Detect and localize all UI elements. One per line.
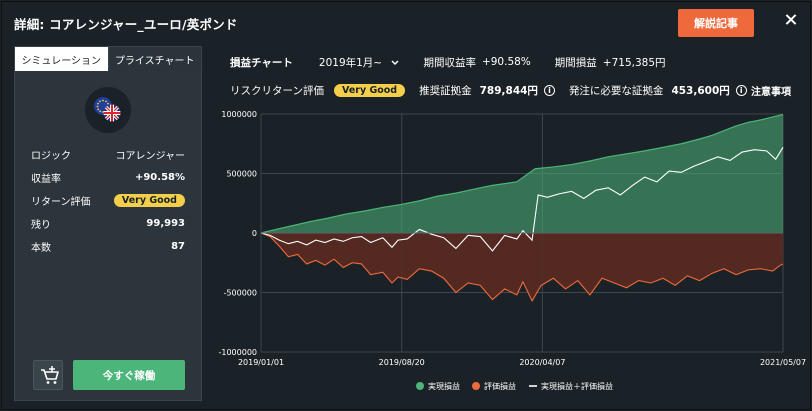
legend-swatch	[472, 382, 480, 390]
rating-badge: Very Good	[113, 193, 185, 207]
stat-count: 本数 87	[31, 238, 185, 254]
stat-label: 本数	[31, 242, 51, 254]
close-icon[interactable]	[782, 11, 800, 29]
risk-label: リスクリターン評価	[230, 84, 324, 97]
x-tick-label: 2019/08/20	[379, 358, 425, 367]
stat-value: +90.58%	[134, 171, 185, 183]
detail-dialog: 詳細: コアレンジャー_ユーロ/英ポンド 解説記事 シミュレーション プライスチ…	[1, 1, 811, 410]
x-tick-label: 2020/04/07	[519, 358, 565, 367]
required-margin-value: 453,600円	[671, 84, 730, 97]
info-icon[interactable]: i	[735, 84, 747, 96]
y-tick-label: 1000000	[221, 110, 257, 119]
x-tick-label: 2019/01/01	[238, 358, 284, 367]
required-margin-label: 発注に必要な証拠金	[568, 84, 664, 97]
risk-badge: Very Good	[333, 83, 406, 97]
legend-label: 評価損益	[484, 381, 516, 391]
add-to-cart-button[interactable]	[33, 360, 63, 390]
chart-legend: 実現損益 評価損益 実現損益＋評価損益	[416, 381, 613, 391]
series-unrealized-line	[260, 232, 784, 302]
stat-label: 収益率	[31, 173, 61, 185]
stat-value: 87	[171, 240, 185, 252]
period-pnl-value: +715,385円	[602, 56, 666, 69]
chart-toolbar: 損益チャート 2019年1月~ 期間収益率 +90.58% 期間損益 +715,…	[230, 54, 666, 70]
panel-tabs: シミュレーション プライスチャート	[15, 47, 201, 71]
stat-label: 残り	[31, 219, 51, 231]
period-select-value: 2019年1月~	[318, 56, 383, 69]
caution-link[interactable]: 注意事項	[751, 83, 791, 98]
recommended-margin-label: 推奨証拠金	[419, 84, 472, 97]
stat-return-rate: 収益率 +90.58%	[31, 169, 185, 185]
y-tick-label: 500000	[226, 170, 257, 179]
y-tick-label: -500000	[224, 289, 257, 298]
chart-type-label: 損益チャート	[230, 56, 293, 69]
chart-axes: 1000000 500000 0 -500000 -10000002019/01/01 2…	[218, 110, 806, 367]
start-now-button[interactable]: 今すぐ稼働	[73, 360, 185, 390]
series-unrealized-area	[261, 233, 783, 301]
recommended-margin-value: 789,844円	[479, 84, 538, 97]
stat-remaining: 残り 99,993	[31, 215, 185, 231]
info-icon[interactable]: i	[543, 84, 555, 96]
chevron-down-icon	[391, 59, 399, 65]
tab-simulation[interactable]: シミュレーション	[15, 47, 108, 71]
risk-row: リスクリターン評価 Very Good 推奨証拠金 789,844円 i 発注に…	[230, 81, 747, 99]
commentary-article-button[interactable]: 解説記事	[678, 9, 754, 37]
period-select[interactable]: 2019年1月~	[319, 55, 400, 70]
period-pnl-label: 期間損益	[554, 56, 597, 69]
x-tick-label: 2021/05/07	[760, 358, 806, 367]
chart-grid	[260, 113, 784, 353]
series-realized-area	[261, 114, 783, 233]
currency-pair-avatar	[85, 87, 131, 133]
dialog-title: 詳細: コアレンジャー_ユーロ/英ポンド	[14, 17, 238, 32]
stat-label: ロジック	[31, 150, 71, 162]
strategy-summary-panel: シミュレーション プライスチャート ロジック コアレンジャー 収益率 +90.5…	[14, 46, 202, 401]
legend-label: 実現損益＋評価損益	[541, 381, 613, 391]
stat-return-rating: リターン評価 Very Good	[31, 192, 185, 208]
legend-swatch	[416, 382, 424, 390]
eur-gbp-flags-icon	[85, 87, 131, 133]
stat-logic: ロジック コアレンジャー	[31, 146, 185, 162]
cart-icon	[41, 366, 59, 384]
stat-value: コアレンジャー	[115, 150, 186, 162]
legend-label: 実現損益	[428, 381, 460, 391]
y-tick-label: -1000000	[218, 348, 257, 357]
tab-price-chart[interactable]: プライスチャート	[107, 47, 201, 71]
stat-label: リターン評価	[31, 196, 91, 208]
y-tick-label: 0	[252, 229, 257, 238]
period-return-label: 期間収益率	[423, 56, 476, 69]
period-return-value: +90.58%	[481, 56, 531, 68]
stat-value: 99,993	[146, 217, 185, 229]
chart-series	[260, 114, 784, 302]
series-realized-line	[260, 114, 784, 234]
series-combined-line	[260, 147, 784, 252]
